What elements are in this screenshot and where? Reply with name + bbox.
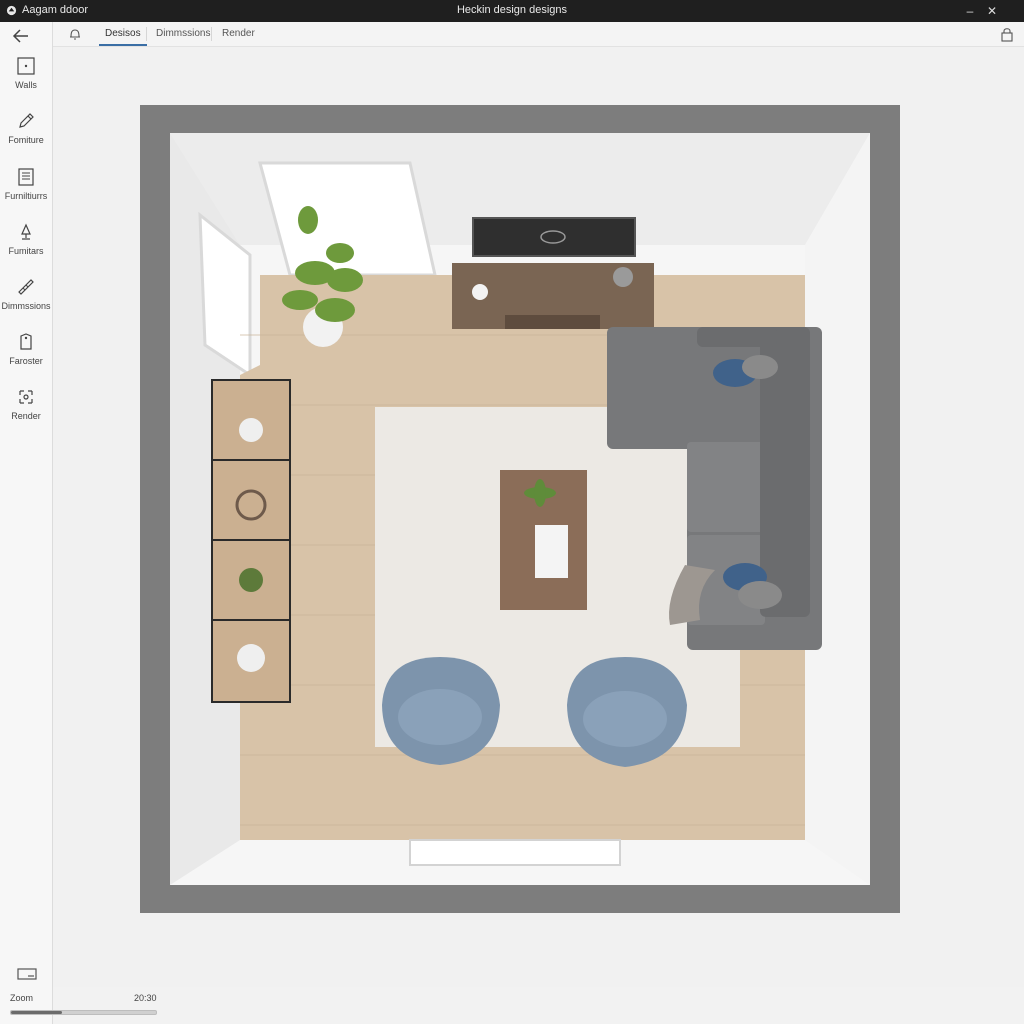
tool-render-label: Render [11, 411, 41, 421]
tool-dimmssions-label: Dimmssions [1, 301, 51, 311]
window-title: Heckin design designs [456, 4, 568, 16]
tab-separator [146, 27, 147, 41]
tool-fumitars-label: Fumitars [8, 246, 44, 256]
pencil-icon [19, 113, 34, 128]
doorway[interactable] [409, 839, 621, 866]
tab-desisos[interactable]: Desisos [99, 22, 147, 46]
tool-render[interactable]: Render [0, 387, 52, 439]
shelving-unit[interactable] [211, 379, 291, 703]
tab-render[interactable]: Render [216, 22, 261, 46]
tv[interactable] [472, 217, 636, 257]
layers-icon[interactable] [16, 966, 38, 982]
table-book [535, 525, 568, 578]
zoom-slider-fill [11, 1011, 62, 1014]
tool-fomiture[interactable]: Fomiture [0, 111, 52, 163]
tool-dimmssions[interactable]: Dimmssions [0, 277, 52, 329]
zoom-value: 20:30 [134, 993, 157, 1003]
tool-fomiture-label: Fomiture [8, 135, 44, 145]
tool-faroster-label: Faroster [9, 356, 43, 366]
tool-walls[interactable]: Walls [0, 56, 52, 108]
armchair-left[interactable] [382, 657, 500, 765]
zoom-slider[interactable] [10, 1010, 157, 1015]
back-arrow-icon[interactable] [10, 26, 32, 46]
tool-faroster[interactable]: Faroster [0, 332, 52, 384]
walls-icon [17, 57, 35, 75]
left-toolbar: Walls Fomiture Furniltiurrs Fumitars Dim… [0, 22, 53, 1024]
notification-bell-icon[interactable] [67, 26, 83, 42]
console-vase [472, 284, 488, 300]
lamp-icon [21, 223, 31, 240]
close-icon[interactable]: ✕ [983, 2, 1001, 20]
design-canvas[interactable] [53, 47, 1024, 987]
tool-furniltiurrs-label: Furniltiurrs [4, 191, 48, 201]
zoom-label: Zoom [10, 993, 34, 1003]
floor-plan[interactable] [140, 105, 900, 913]
lock-icon[interactable] [1000, 26, 1014, 42]
tag-icon [20, 333, 32, 350]
tool-furniltiurrs[interactable]: Furniltiurrs [0, 167, 52, 219]
ruler-icon [18, 279, 34, 295]
tab-separator [211, 27, 212, 41]
minimize-icon[interactable]: – [961, 2, 979, 20]
console-lamp [613, 267, 633, 287]
title-bar: Aagam ddoor Heckin design designs – ✕ [0, 0, 1024, 22]
tool-fumitars[interactable]: Fumitars [0, 222, 52, 274]
tool-walls-label: Walls [15, 80, 37, 90]
render-icon [19, 390, 33, 404]
document-icon [18, 168, 34, 186]
tab-dimmssions[interactable]: Dimmssions [150, 22, 216, 46]
tab-bar: Desisos Dimmssions Render [53, 22, 1024, 47]
console-shelf [505, 315, 600, 329]
